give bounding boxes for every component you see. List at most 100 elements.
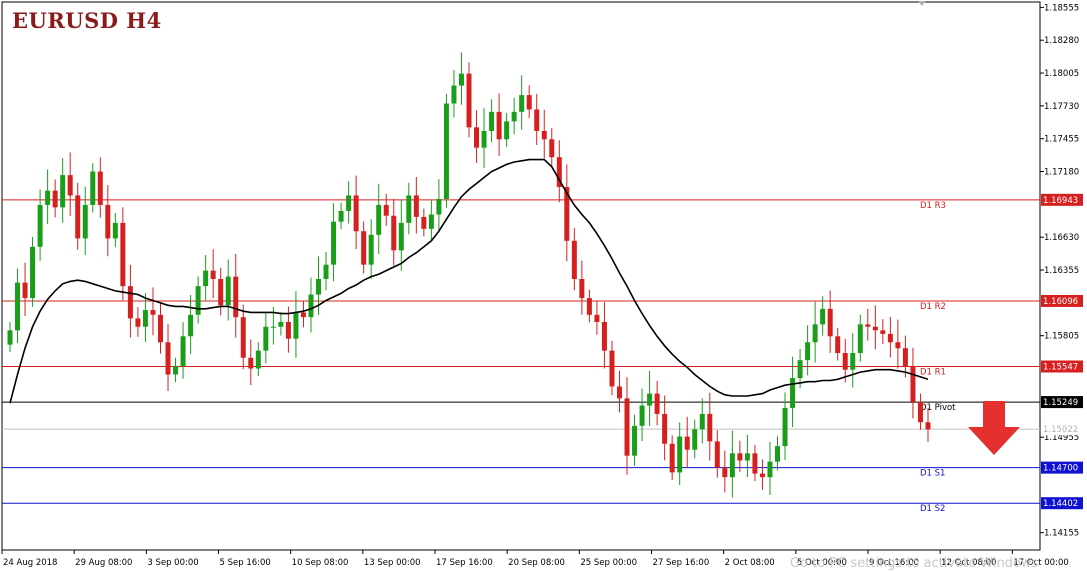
candle-body	[293, 312, 299, 339]
candle-body	[677, 436, 683, 473]
candle	[571, 228, 577, 291]
candle	[278, 312, 284, 336]
candle-body	[541, 130, 547, 140]
candle	[82, 186, 88, 255]
candle	[534, 93, 540, 145]
x-tick-label: 25 Sep 00:00	[580, 558, 637, 568]
candle-body	[361, 231, 367, 265]
candle-body	[135, 318, 141, 327]
candle	[421, 208, 427, 237]
candle-body	[316, 278, 322, 295]
candle-body	[346, 195, 352, 211]
candle	[255, 342, 261, 377]
candle-body	[383, 204, 389, 216]
candle	[331, 203, 337, 282]
candle	[248, 339, 254, 386]
candle	[616, 370, 622, 413]
current-price-text: 1.15022	[1043, 425, 1078, 435]
candle	[165, 323, 171, 392]
candle-body	[526, 95, 532, 110]
candle-body	[729, 453, 735, 478]
candle	[504, 113, 510, 147]
candle-body	[210, 270, 216, 279]
candle-body	[263, 326, 269, 351]
candle	[722, 450, 728, 493]
candle	[812, 301, 818, 363]
candle-body	[474, 127, 480, 148]
candle	[346, 181, 352, 224]
y-tick-label: 1.15805	[1044, 332, 1079, 342]
candle-body	[180, 336, 186, 367]
candle	[519, 75, 525, 130]
price-chart: 1.18555 1.18280 1.18005 1.17730 1.17455 1.171…	[1, 1, 1083, 568]
candle-body	[368, 234, 374, 265]
candle	[150, 287, 156, 336]
down-arrow-icon	[968, 401, 1020, 455]
candle	[684, 416, 690, 468]
candle-body	[805, 342, 811, 361]
candle-body	[827, 308, 833, 337]
candle	[338, 202, 344, 230]
candle	[368, 219, 374, 279]
candle	[759, 459, 765, 490]
candle	[850, 333, 856, 388]
candle	[353, 175, 359, 250]
candle-body	[511, 111, 517, 122]
candle-body	[586, 298, 592, 315]
candle-body	[233, 276, 239, 318]
candle-body	[406, 195, 412, 223]
x-tick-label: 2 Oct 08:00	[725, 558, 775, 568]
candle-body	[669, 443, 675, 473]
candle-body	[714, 441, 720, 468]
candle-body	[647, 393, 653, 406]
candle-body	[60, 175, 66, 208]
y-tick-label: 1.18280	[1044, 36, 1079, 46]
candle-body	[616, 386, 622, 399]
candle	[549, 128, 555, 168]
candle-body	[203, 270, 209, 287]
candle	[210, 249, 216, 299]
candle	[173, 357, 179, 383]
candle-body	[308, 294, 314, 318]
candle-body	[127, 286, 133, 319]
level-label-d1-r3: D1 R3	[920, 201, 946, 211]
candle	[820, 296, 826, 336]
candle-body	[549, 139, 555, 158]
candle	[541, 109, 547, 159]
x-tick-label: 5 Sep 16:00	[220, 558, 271, 568]
candle	[361, 221, 367, 274]
candle-body	[601, 321, 607, 351]
candle	[203, 255, 209, 301]
candle-body	[917, 401, 923, 423]
candle-body	[421, 216, 427, 229]
price-tag-text-d1-r3: 1.16943	[1043, 196, 1078, 206]
candle	[857, 314, 863, 362]
candle-body	[90, 171, 96, 205]
candle	[458, 52, 464, 105]
candle	[391, 198, 397, 266]
candle	[105, 185, 111, 257]
candle	[142, 293, 148, 342]
level-label-d1-pivot: D1 Pivot	[920, 403, 956, 413]
candle	[669, 435, 675, 480]
candle-body	[481, 130, 487, 148]
candle-body	[519, 95, 525, 112]
candle-body	[812, 324, 818, 343]
x-tick-label: 3 Sep 00:00	[147, 558, 198, 568]
candle-body	[662, 413, 668, 444]
candle-body	[112, 222, 118, 239]
candle-body	[458, 73, 464, 86]
candle	[45, 169, 51, 225]
candle-body	[594, 314, 600, 322]
candle-body	[684, 436, 690, 450]
candle-body	[782, 407, 788, 447]
candle-body	[150, 310, 156, 315]
candle-body	[632, 425, 638, 456]
candle-body	[22, 282, 28, 299]
candle-body	[752, 453, 758, 474]
candle	[225, 259, 231, 321]
candle-body	[436, 198, 442, 215]
candle	[195, 276, 201, 324]
price-tag-text-d1-pivot: 1.15249	[1043, 398, 1078, 408]
candle	[413, 177, 419, 234]
